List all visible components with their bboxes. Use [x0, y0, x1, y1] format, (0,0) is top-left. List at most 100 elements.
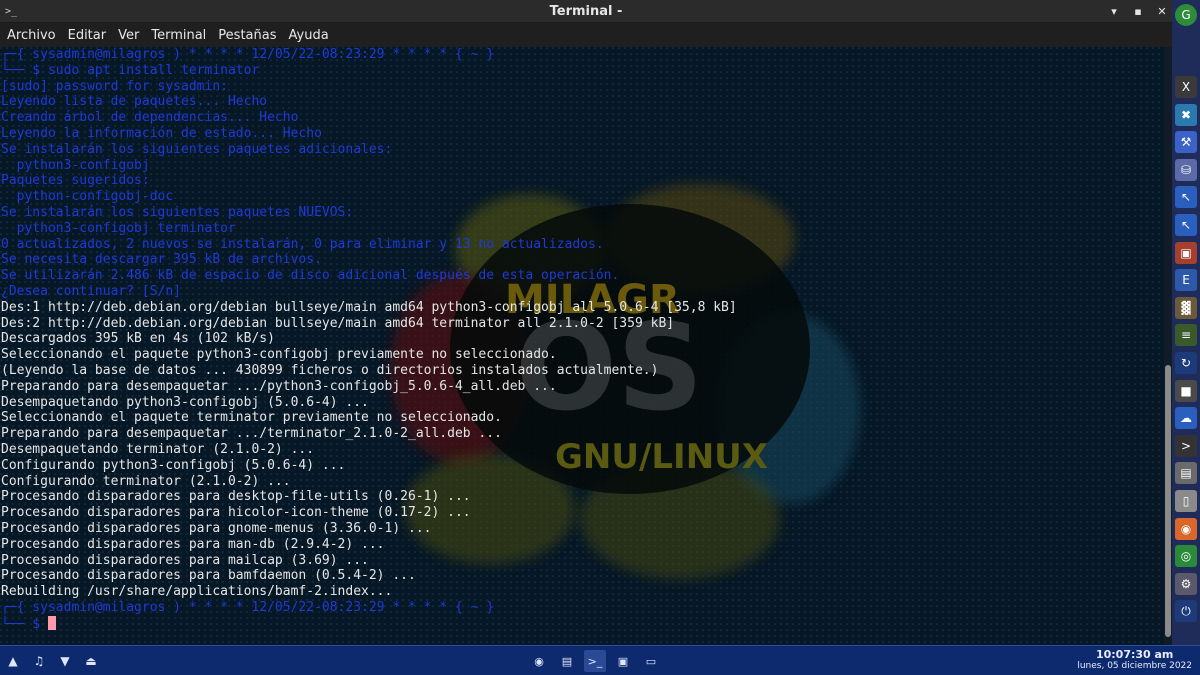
terminal-line-text: Procesando disparadores para bamfdaemon …	[1, 568, 416, 584]
settings-tool-icon[interactable]: ⚒	[1175, 131, 1197, 154]
terminal-line: Procesando disparadores para desktop-fil…	[1, 489, 737, 505]
task-firefox[interactable]: ◉	[528, 650, 550, 672]
firefox-icon[interactable]: ◉	[1175, 517, 1197, 540]
terminal-line-text: Procesando disparadores para mailcap (3.…	[1, 552, 369, 568]
terminal-line: Leyendo la información de estado... Hech…	[1, 126, 737, 142]
task-terminal[interactable]: >_	[584, 650, 606, 672]
menu-ayuda[interactable]: Ayuda	[288, 28, 336, 43]
terminal-line: ¿Desea continuar? [S/n]	[1, 284, 737, 300]
terminal-app-icon[interactable]: >_	[0, 6, 22, 17]
terminal-line: Desempaquetando terminator (2.1.0-2) ...	[1, 442, 737, 458]
terminal-line-text: python3-configobj terminator	[1, 220, 236, 236]
calculator-icon[interactable]: ≡	[1175, 324, 1197, 347]
terminal-line: Rebuilding /usr/share/applications/bamf-…	[1, 584, 737, 600]
terminal-lines: ┌─{ sysadmin@milagros ) * * * * 12/05/22…	[1, 47, 737, 632]
terminal-line: Configurando terminator (2.1.0-2) ...	[1, 474, 737, 490]
eject-icon[interactable]: ⏏	[84, 654, 98, 668]
terminal-line-text: Desempaquetando python3-configobj (5.0.6…	[1, 394, 369, 410]
terminal-line: Paquetes sugeridos:	[1, 173, 737, 189]
window-controls: ▾ ▪ ✕	[1108, 0, 1168, 23]
terminal-line-text: └── $ sudo apt install terminator	[1, 62, 260, 78]
task-monitor[interactable]: ▭	[640, 650, 662, 672]
terminal-line-text: Procesando disparadores para gnome-menus…	[1, 520, 432, 536]
terminal-line: Se utilizarán 2.486 kB de espacio de dis…	[1, 268, 737, 284]
file-manager-icon[interactable]: ▤	[1175, 462, 1197, 485]
minimize-button[interactable]: ▾	[1108, 5, 1120, 18]
window-titlebar[interactable]: >_ Terminal - ▾ ▪ ✕	[0, 0, 1172, 23]
terminal-line: Procesando disparadores para gnome-menus…	[1, 521, 737, 537]
system-tray: ▲ ♫ ▼ ⏏	[6, 646, 98, 675]
menu-ver[interactable]: Ver	[117, 28, 146, 43]
task-image-viewer[interactable]: ▣	[612, 650, 634, 672]
terminal-line-text: Descargados 395 kB en 4s (102 kB/s)	[1, 331, 275, 347]
terminal-line-text: Preparando para desempaquetar .../python…	[1, 378, 557, 394]
window-title: Terminal -	[549, 3, 623, 19]
terminal-line: Descargados 395 kB en 4s (102 kB/s)	[1, 331, 737, 347]
task-document[interactable]: ▤	[556, 650, 578, 672]
terminal-line-text: Leyendo la información de estado... Hech…	[1, 125, 322, 141]
terminal-line: Se instalarán los siguientes paquetes ad…	[1, 142, 737, 158]
power-icon[interactable]: ⏻	[1175, 600, 1197, 623]
menu-archivo[interactable]: Archivo	[6, 28, 63, 43]
terminal-line-text: Des:1 http://deb.debian.org/debian bulls…	[1, 299, 737, 315]
terminal-line: Procesando disparadores para hicolor-ico…	[1, 505, 737, 521]
terminal-line-text: Creando árbol de dependencias... Hecho	[1, 110, 299, 126]
terminal-output[interactable]: MILAGR OS GNU/LINUX ┌─{ sysadmin@milagro…	[0, 47, 1164, 645]
notifications-icon[interactable]: ▲	[6, 654, 20, 668]
clock-time: 10:07:30 am	[1095, 648, 1174, 661]
pointer-tool-icon[interactable]: ↖	[1175, 186, 1197, 209]
terminal-line: Creando árbol de dependencias... Hecho	[1, 110, 737, 126]
terminal-line: Leyendo lista de paquetes... Hecho	[1, 94, 737, 110]
terminal-line: Preparando para desempaquetar .../python…	[1, 379, 737, 395]
terminal-line-text: [sudo] password for sysadmin:	[1, 78, 228, 94]
terminal-line: Procesando disparadores para bamfdaemon …	[1, 568, 737, 584]
terminal-line: Configurando python3-configobj (5.0.6-4)…	[1, 458, 737, 474]
scrollbar-thumb[interactable]	[1165, 365, 1171, 637]
package-icon[interactable]: ▣	[1175, 241, 1197, 264]
terminal-line-text: Desempaquetando terminator (2.1.0-2) ...	[1, 441, 315, 457]
terminal-icon[interactable]: >	[1175, 434, 1197, 457]
document-icon[interactable]: ▯	[1175, 490, 1197, 512]
terminal-line: Seleccionando el paquete python3-configo…	[1, 347, 737, 363]
disk-utility-icon[interactable]: ⛁	[1175, 158, 1197, 181]
terminal-line-text: Leyendo lista de paquetes... Hecho	[1, 94, 268, 110]
volume-icon[interactable]: ♫	[32, 654, 46, 668]
terminal-line-text: python-configobj-doc	[1, 189, 174, 205]
chrome-icon[interactable]: ◎	[1175, 545, 1197, 568]
network-icon[interactable]: ▼	[58, 654, 72, 668]
terminal-line: python3-configobj	[1, 158, 737, 174]
terminal-line: Seleccionando el paquete terminator prev…	[1, 410, 737, 426]
chart-monitor-icon[interactable]: ▓	[1175, 296, 1197, 319]
maximize-button[interactable]: ▪	[1132, 5, 1144, 18]
terminal-line: └── $ sudo apt install terminator	[1, 63, 737, 79]
terminal-line-text: ┌─{ sysadmin@milagros ) * * * * 12/05/22…	[1, 599, 495, 615]
desktop: >_ Terminal - ▾ ▪ ✕ Archivo Editar Ver T…	[0, 0, 1200, 675]
terminal-line: Se necesita descargar 395 kB de archivos…	[1, 252, 737, 268]
menu-editar[interactable]: Editar	[67, 28, 114, 43]
text-editor-icon[interactable]: E	[1175, 269, 1197, 292]
terminal-line: Procesando disparadores para man-db (2.9…	[1, 537, 737, 553]
terminal-line-text: ┌─{ sysadmin@milagros ) * * * * 12/05/22…	[1, 47, 495, 62]
terminal-line-text: Se instalarán los siguientes paquetes ad…	[1, 141, 393, 157]
grammarly-icon[interactable]: G	[1175, 4, 1197, 26]
menu-terminal[interactable]: Terminal	[150, 28, 213, 43]
terminal-line: python-configobj-doc	[1, 189, 737, 205]
menu-pestanas[interactable]: Pestañas	[217, 28, 283, 43]
terminal-line-text: Procesando disparadores para man-db (2.9…	[1, 536, 385, 552]
terminal-scrollbar[interactable]	[1164, 47, 1172, 645]
terminal-line-text: 0 actualizados, 2 nuevos se instalarán, …	[1, 236, 604, 252]
cloud-icon[interactable]: ☁	[1175, 407, 1197, 430]
terminal-line-text: Seleccionando el paquete terminator prev…	[1, 410, 502, 426]
terminal-line: ┌─{ sysadmin@milagros ) * * * * 12/05/22…	[1, 47, 737, 63]
x-terminal-icon[interactable]: X	[1175, 76, 1197, 98]
pointer-tool-alt-icon[interactable]: ↖	[1175, 214, 1197, 236]
terminal-line: Des:2 http://deb.debian.org/debian bulls…	[1, 316, 737, 332]
sync-icon[interactable]: ↻	[1175, 352, 1197, 374]
grid-tool-icon[interactable]: ✖	[1175, 103, 1197, 126]
screen-capture-icon[interactable]: ■	[1175, 379, 1197, 402]
close-button[interactable]: ✕	[1156, 5, 1168, 18]
clock[interactable]: 10:07:30 am lunes, 05 diciembre 2022	[1077, 648, 1192, 671]
network-settings-icon[interactable]: ⚙	[1175, 572, 1197, 595]
terminal-line-text: Se instalarán los siguientes paquetes NU…	[1, 204, 354, 220]
menu-bar: Archivo Editar Ver Terminal Pestañas Ayu…	[0, 23, 1172, 47]
